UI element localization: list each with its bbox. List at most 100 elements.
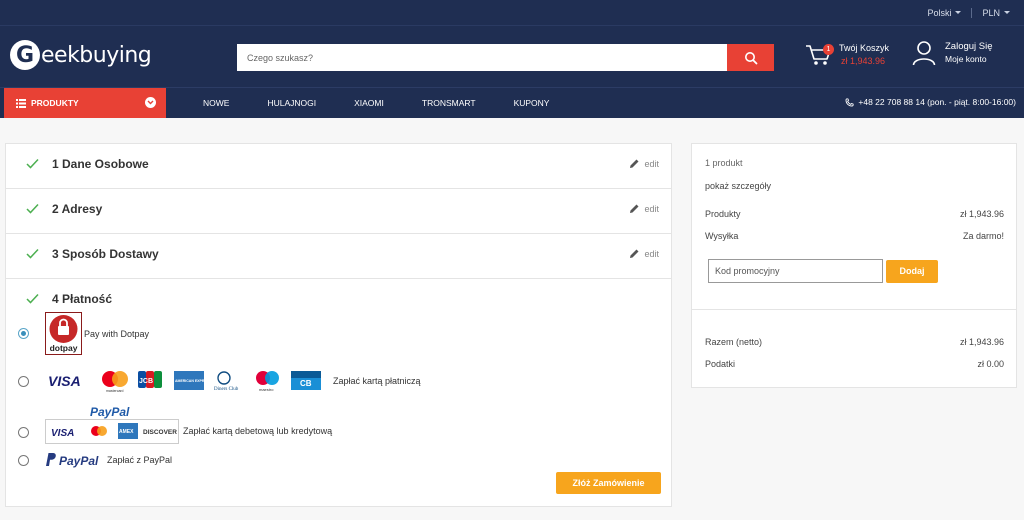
summary-count-row: 1 produkt: [705, 158, 1004, 168]
net-total-label: Razem (netto): [705, 337, 763, 347]
summary-shipping-row: Wysyłka Za darmo!: [705, 231, 1004, 241]
paypal-logo-text: PayPal: [59, 454, 99, 468]
payment-label-debit-credit: Zapłać kartą debetową lub kredytową: [183, 426, 333, 436]
radio-debit-credit[interactable]: [18, 426, 29, 438]
nav-item-kupony[interactable]: KUPONY: [514, 98, 550, 108]
paypal-cards-logo-icon: PayPal VISA AMEX DISCOVER: [45, 405, 179, 444]
radio-card[interactable]: [18, 375, 29, 387]
payment-label-paypal: Zapłać z PayPal: [107, 455, 173, 465]
cart-icon: 1: [805, 42, 834, 68]
edit-label: edit: [644, 203, 659, 214]
checkmark-icon: [26, 293, 39, 304]
search-input[interactable]: [237, 44, 727, 71]
payment-option-card[interactable]: VISA mastercard JCB AMERICAN EXPRESS Din…: [18, 369, 421, 393]
chevron-down-icon: [955, 11, 962, 14]
radio-paypal[interactable]: [18, 454, 29, 466]
products-category-button[interactable]: PRODUKTY: [4, 88, 166, 118]
account-widget[interactable]: Zaloguj Się Moje konto: [912, 40, 993, 66]
show-details-link[interactable]: pokaż szczegóły: [705, 181, 771, 191]
language-selector[interactable]: Polski: [927, 7, 962, 18]
payment-label-card: Zapłać kartą płatniczą: [333, 376, 421, 386]
edit-personal-button[interactable]: edit: [629, 158, 659, 169]
pencil-icon: [630, 204, 639, 213]
checkout-step-personal: 1 Dane Osobowe edit: [6, 144, 671, 189]
checkout-step-delivery: 3 Sposób Dostawy edit: [6, 234, 671, 279]
net-total-value: zł 1,943.96: [959, 337, 1004, 347]
products-category-label: PRODUKTY: [31, 98, 79, 108]
user-icon: [912, 41, 936, 66]
discover-logo-text: DISCOVER: [143, 429, 177, 436]
dotpay-logo-icon: dotpay: [45, 312, 82, 355]
cart-widget[interactable]: 1 Twój Koszyk zł 1,943.96: [805, 42, 889, 68]
summary-net-row: Razem (netto) zł 1,943.96: [705, 337, 1004, 347]
site-logo[interactable]: G eekbuying: [10, 40, 152, 70]
place-order-button[interactable]: Złóż Zamówienie: [556, 472, 661, 494]
summary-details-row: pokaż szczegóły: [705, 181, 1004, 191]
paypal-logo-text: PayPal: [90, 405, 130, 419]
top-bar: Polski PLN: [0, 0, 1024, 25]
cart-amount: zł 1,943.96: [841, 56, 886, 66]
edit-label: edit: [644, 248, 659, 259]
amex-logo-text: AMEX: [119, 429, 134, 435]
language-label: Polski: [927, 7, 952, 18]
apply-promo-button[interactable]: Dodaj: [886, 259, 938, 283]
search-button[interactable]: [727, 44, 774, 71]
nav-item-tronsmart[interactable]: TRONSMART: [422, 98, 476, 108]
step-title: 1 Dane Osobowe: [52, 157, 149, 171]
support-phone: +48 22 708 88 14 (pon. - piąt. 8:00-16:0…: [845, 97, 1016, 107]
maestro-logo-text: maestro: [259, 387, 274, 392]
products-value: zł 1,943.96: [959, 209, 1004, 219]
step-title: 3 Sposób Dostawy: [52, 247, 159, 261]
product-count: 1 produkt: [705, 158, 743, 168]
checkmark-icon: [26, 158, 39, 169]
cb-logo-text: CB: [300, 379, 312, 388]
step-title: 4 Płatność: [52, 292, 113, 306]
nav-item-nowe[interactable]: NOWE: [203, 98, 229, 108]
cart-count-badge: 1: [823, 44, 834, 55]
visa-logo-text: VISA: [48, 373, 81, 389]
login-link[interactable]: Zaloguj Się: [945, 40, 993, 53]
main-nav: PRODUKTY NOWE HULAJNOGI XIAOMI TRONSMART…: [0, 87, 1024, 118]
pencil-icon: [630, 159, 639, 168]
divider: [692, 309, 1016, 310]
tax-value: zł 0.00: [977, 359, 1004, 369]
payment-option-dotpay[interactable]: dotpay Pay with Dotpay: [18, 312, 149, 355]
order-summary: 1 produkt pokaż szczegóły Produkty zł 1,…: [691, 143, 1017, 388]
payment-label-dotpay: Pay with Dotpay: [84, 328, 150, 339]
site-header: G eekbuying 1 Twój Koszyk zł 1,943.96: [0, 25, 1024, 87]
currency-selector[interactable]: PLN: [982, 8, 1010, 18]
summary-products-row: Produkty zł 1,943.96: [705, 209, 1004, 219]
jcb-logo-text: JCB: [139, 378, 153, 385]
checkout-panel: 1 Dane Osobowe edit 2 Adresy edit 3 Spos…: [5, 143, 672, 507]
list-icon: [16, 98, 26, 108]
nav-item-xiaomi[interactable]: XIAOMI: [354, 98, 384, 108]
cart-title: Twój Koszyk: [839, 43, 890, 53]
diners-logo-text: Diners Club: [214, 387, 239, 392]
dotpay-logo-text: dotpay: [50, 343, 78, 353]
payment-option-paypal[interactable]: PayPal Zapłać z PayPal: [18, 452, 172, 468]
edit-delivery-button[interactable]: edit: [629, 248, 659, 259]
shipping-value: Za darmo!: [962, 231, 1004, 241]
chevron-down-icon: [145, 97, 156, 108]
search-icon: [744, 51, 757, 64]
mastercard-logo-text: mastercard: [106, 389, 124, 393]
promo-code-form: Dodaj: [708, 259, 938, 283]
chevron-down-icon: [1004, 11, 1010, 14]
products-label: Produkty: [705, 209, 741, 219]
divider: [971, 7, 973, 18]
promo-code-input[interactable]: [708, 259, 883, 283]
amex-logo-text: AMERICAN EXPRESS: [175, 379, 212, 383]
tax-label: Podatki: [705, 359, 736, 369]
paypal-logo-icon: PayPal: [46, 453, 99, 468]
support-phone-text: +48 22 708 88 14 (pon. - piąt. 8:00-16:0…: [858, 97, 1016, 107]
currency-label: PLN: [982, 7, 1000, 18]
radio-dotpay[interactable]: [18, 328, 29, 339]
my-account-link[interactable]: Moje konto: [945, 53, 993, 66]
payment-option-debit-credit[interactable]: PayPal VISA AMEX DISCOVER Zapłać kartą d…: [18, 404, 332, 444]
nav-item-hulajnogi[interactable]: HULAJNOGI: [267, 98, 316, 108]
edit-addresses-button[interactable]: edit: [629, 203, 659, 214]
shipping-label: Wysyłka: [705, 231, 739, 241]
checkout-step-addresses: 2 Adresy edit: [6, 189, 671, 234]
nav-links: NOWE HULAJNOGI XIAOMI TRONSMART KUPONY: [203, 88, 587, 118]
pencil-icon: [630, 249, 639, 258]
